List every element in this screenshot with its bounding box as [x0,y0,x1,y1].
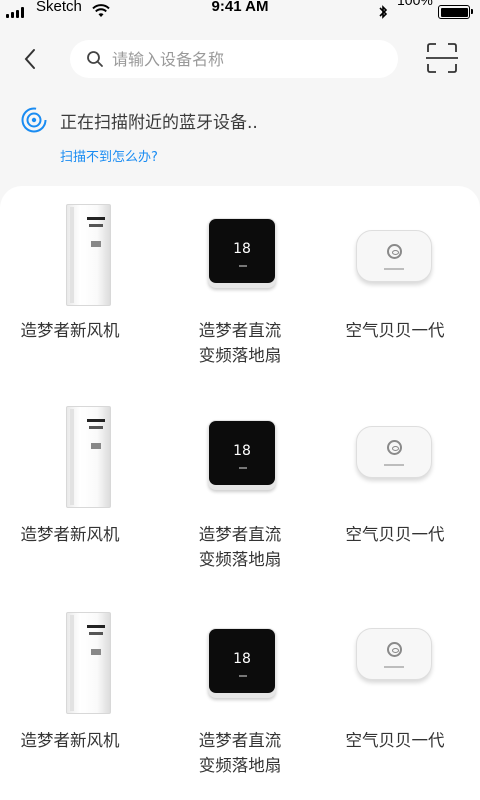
device-name: 造梦者新风机 [20,731,120,750]
top-nav [0,36,480,82]
device-name: 空气贝贝一代 [345,321,445,340]
air-monitor-image [325,186,465,296]
device-name: 空气贝贝一代 [345,731,445,750]
device-card-thermostat[interactable]: 18 造梦者直流 变频落地扇 [170,596,310,796]
device-card-air-monitor[interactable]: 空气贝贝一代 [325,596,465,796]
device-row: 造梦者新风机 18 造梦者直流 变频落地扇 空气贝贝一代 [0,390,480,590]
purifier-image [0,596,140,714]
device-name: 造梦者直流 变频落地扇 [198,525,282,569]
thermostat-image: 18 [170,186,310,296]
device-card-thermostat[interactable]: 18 造梦者直流 变频落地扇 [170,390,310,590]
device-row: 造梦者新风机 18 造梦者直流 变频落地扇 空气贝贝一代 [0,186,480,386]
help-link[interactable]: 扫描不到怎么办? [60,146,158,165]
scanning-status: 正在扫描附近的蓝牙设备.. [20,104,258,136]
thermo-display: 18 [233,651,251,667]
bluetooth-scan-icon [21,107,47,133]
bluetooth-icon [379,5,388,19]
device-card-purifier[interactable]: 造梦者新风机 [0,390,140,590]
device-card-purifier[interactable]: 造梦者新风机 [0,596,140,796]
search-box[interactable] [70,40,398,78]
search-input[interactable] [112,49,382,69]
thermo-display: 18 [233,241,251,257]
thermostat-image: 18 [170,596,310,706]
device-name: 造梦者新风机 [20,321,120,340]
scanning-text: 正在扫描附近的蓝牙设备.. [60,112,258,133]
purifier-image [0,390,140,508]
device-list-panel: 造梦者新风机 18 造梦者直流 变频落地扇 空气贝贝一代 造梦者新风机 18 造… [0,186,480,800]
back-button[interactable] [14,40,46,78]
air-monitor-image [325,596,465,706]
device-name: 造梦者直流 变频落地扇 [198,321,282,365]
status-bar: Sketch 9:41 AM 100% [0,0,480,26]
device-card-air-monitor[interactable]: 空气贝贝一代 [325,186,465,386]
chevron-left-icon [24,49,35,69]
battery-percentage: 100% [397,0,433,8]
device-name: 造梦者直流 变频落地扇 [198,731,282,775]
device-name: 造梦者新风机 [20,525,120,544]
device-name: 空气贝贝一代 [345,525,445,544]
scan-frame-icon [426,43,458,73]
device-card-thermostat[interactable]: 18 造梦者直流 变频落地扇 [170,186,310,386]
battery-icon [438,5,473,19]
thermo-display: 18 [233,443,251,459]
air-monitor-image [325,390,465,500]
device-card-air-monitor[interactable]: 空气贝贝一代 [325,390,465,590]
device-card-purifier[interactable]: 造梦者新风机 [0,186,140,386]
scan-button[interactable] [424,40,460,76]
purifier-image [0,186,140,306]
device-row: 造梦者新风机 18 造梦者直流 变频落地扇 空气贝贝一代 [0,596,480,796]
thermostat-image: 18 [170,390,310,500]
search-icon [87,51,103,67]
